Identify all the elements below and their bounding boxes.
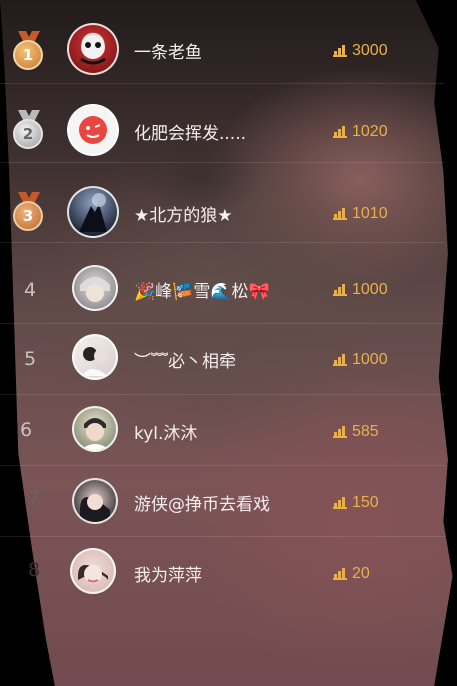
user-name: ★北方的狼★ (134, 206, 233, 226)
avatar[interactable] (67, 23, 119, 75)
coin-stack-icon (333, 208, 347, 220)
ranking-row-5[interactable]: 5 ︶﹌必丶相牵 1000 (0, 324, 445, 395)
coin-stack-icon (333, 126, 347, 138)
ranking-row-2[interactable]: 2 化肥会挥发..... 1020 (0, 92, 445, 163)
avatar[interactable] (67, 104, 119, 156)
avatar[interactable] (67, 186, 119, 238)
bronze-medal-icon: 3 (13, 192, 45, 232)
user-name: ︶﹌必丶相牵 (134, 352, 236, 372)
coin-stack-icon (333, 354, 347, 366)
rank-number: 8 (27, 559, 41, 581)
rank-number: 4 (23, 279, 37, 301)
coin-stack-icon (333, 45, 347, 57)
rank-number: 6 (19, 419, 33, 441)
user-name: 我为萍萍 (134, 566, 202, 586)
gold-medal-icon: 1 (13, 31, 45, 71)
gift-score: 1020 (352, 123, 388, 140)
silver-medal-icon: 2 (13, 110, 45, 150)
ranking-row-3[interactable]: 3 ★北方的狼★ 1010 (0, 172, 445, 243)
gift-score: 150 (352, 494, 379, 511)
ranking-row-6[interactable]: 6 kyl.沐沐 585 (0, 395, 445, 466)
avatar[interactable] (72, 478, 118, 524)
avatar[interactable] (72, 265, 118, 311)
avatar[interactable] (70, 548, 116, 594)
gift-score: 1000 (352, 281, 388, 298)
coin-stack-icon (333, 568, 347, 580)
ranking-row-1[interactable]: 1 一条老鱼 3000 (0, 13, 445, 84)
ranking-row-7[interactable]: 7 游侠@挣币去看戏 150 (0, 466, 445, 537)
coin-stack-icon (333, 497, 347, 509)
gift-score: 585 (352, 423, 379, 440)
user-name: 一条老鱼 (134, 43, 202, 63)
user-name: 游侠@挣币去看戏 (134, 495, 270, 515)
ranking-row-4[interactable]: 4 🎉峰🎏雪🌊松🎀 1000 (0, 253, 445, 324)
gift-score: 1000 (352, 351, 388, 368)
rank-number: 7 (27, 488, 41, 510)
avatar[interactable] (72, 334, 118, 380)
user-name: 🎉峰🎏雪🌊松🎀 (134, 282, 270, 302)
user-name: kyl.沐沐 (134, 424, 198, 444)
avatar[interactable] (72, 406, 118, 452)
rank-number: 5 (23, 348, 37, 370)
coin-stack-icon (333, 426, 347, 438)
gift-score: 20 (352, 565, 370, 582)
gift-score: 1010 (352, 205, 388, 222)
coin-stack-icon (333, 284, 347, 296)
user-name: 化肥会挥发..... (134, 124, 247, 144)
ranking-row-8[interactable]: 8 我为萍萍 20 (0, 537, 445, 607)
gift-score: 3000 (352, 42, 388, 59)
